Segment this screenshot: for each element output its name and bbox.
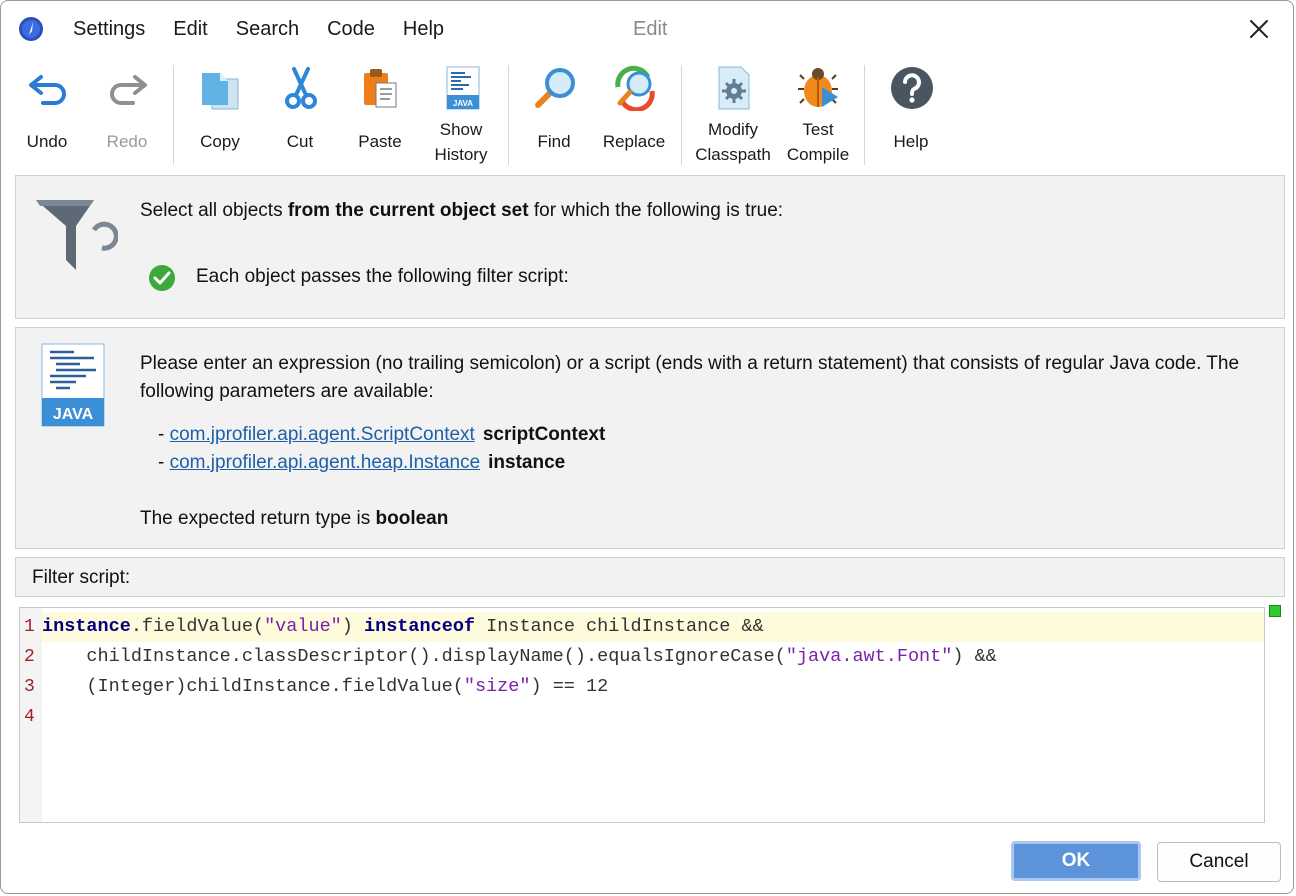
line-number: 2: [24, 647, 35, 667]
undo-icon: [29, 75, 66, 105]
menu-help[interactable]: Help: [389, 16, 458, 43]
test-compile-label: Test Compile: [786, 120, 850, 164]
paste-icon: [364, 69, 397, 108]
undo-button[interactable]: Undo: [7, 59, 87, 169]
help-button[interactable]: Help: [871, 59, 951, 169]
filter-condition[interactable]: Each object passes the following filter …: [196, 266, 569, 288]
copy-button[interactable]: Copy: [180, 59, 260, 169]
redo-button[interactable]: Redo: [87, 59, 167, 169]
java-file-icon: JAVA: [41, 343, 105, 427]
scissors-icon: [285, 67, 317, 109]
return-type-text: The expected return type is boolean: [140, 508, 449, 529]
bug-icon: [798, 68, 838, 107]
cancel-button[interactable]: Cancel: [1157, 842, 1281, 882]
line-number: 1: [24, 617, 35, 637]
parameter-type-link[interactable]: com.jprofiler.api.agent.ScriptContext: [170, 424, 475, 445]
svg-text:JAVA: JAVA: [453, 99, 473, 108]
menu-edit[interactable]: Edit: [159, 16, 221, 43]
replace-label: Replace: [602, 132, 666, 151]
help-label: Help: [893, 132, 929, 151]
menu-settings[interactable]: Settings: [59, 16, 159, 43]
menu-bar: Settings Edit Search Code Help: [59, 16, 458, 43]
java-history-icon: JAVA: [446, 66, 480, 110]
magnifier-icon: [535, 68, 575, 108]
svg-text:JAVA: JAVA: [53, 406, 94, 423]
app-icon: [19, 17, 43, 41]
parameter-type-link[interactable]: com.jprofiler.api.agent.heap.Instance: [170, 452, 481, 473]
toolbar-separator: [681, 65, 682, 165]
menu-search[interactable]: Search: [222, 16, 313, 43]
menu-code[interactable]: Code: [313, 16, 389, 43]
replace-button[interactable]: Replace: [594, 59, 674, 169]
info-description: Please enter an expression (no trailing …: [140, 353, 1240, 402]
cut-button[interactable]: Cut: [260, 59, 340, 169]
filter-panel: Select all objects from the current obje…: [15, 175, 1285, 319]
show-history-button[interactable]: JAVA Show History: [421, 59, 501, 169]
code-line[interactable]: (Integer)childInstance.fieldValue("size"…: [42, 672, 1264, 702]
script-label: Filter script:: [32, 567, 131, 588]
info-panel: JAVA Please enter an expression (no trai…: [15, 327, 1285, 549]
parameter-name: scriptContext: [482, 424, 606, 445]
parameter-name: instance: [488, 452, 566, 473]
syntax-status-indicator: [1269, 605, 1281, 617]
parameter-item: - com.jprofiler.api.agent.ScriptContext s…: [158, 424, 606, 445]
toolbar: Undo Redo Copy Cut Paste JAVA Show Histo…: [1, 59, 1293, 171]
funnel-icon: [36, 200, 118, 270]
check-circle-icon: [149, 265, 175, 291]
copy-icon: [202, 73, 239, 110]
line-number: 4: [24, 707, 35, 727]
show-history-label: Show History: [434, 120, 488, 164]
modify-classpath-button[interactable]: Modify Classpath: [693, 59, 773, 169]
filter-description: Select all objects from the current obje…: [140, 200, 784, 221]
redo-icon: [110, 75, 147, 105]
close-icon[interactable]: [1241, 11, 1277, 47]
script-label-panel: Filter script:: [15, 557, 1285, 597]
paste-button[interactable]: Paste: [340, 59, 420, 169]
help-icon: [891, 67, 933, 109]
code-editor[interactable]: 1 2 3 4 instance.fieldValue("value") ins…: [19, 607, 1265, 823]
find-button[interactable]: Find: [514, 59, 594, 169]
window-title: Edit: [633, 18, 668, 40]
test-compile-button[interactable]: Test Compile: [778, 59, 858, 169]
line-number: 3: [24, 677, 35, 697]
ok-button[interactable]: OK: [1011, 841, 1141, 881]
code-line[interactable]: childInstance.classDescriptor().displayN…: [42, 642, 1264, 672]
line-number-gutter: 1 2 3 4: [20, 608, 42, 822]
redo-label: Redo: [106, 132, 148, 151]
title-bar: Settings Edit Search Code Help Edit: [1, 1, 1293, 57]
classpath-gear-icon: [718, 66, 750, 110]
replace-icon: [615, 65, 655, 111]
edit-dialog: Settings Edit Search Code Help Edit Undo…: [0, 0, 1294, 894]
parameter-item: - com.jprofiler.api.agent.heap.Instance i…: [158, 452, 566, 473]
code-line[interactable]: instance.fieldValue("value") instanceof …: [42, 612, 1264, 642]
